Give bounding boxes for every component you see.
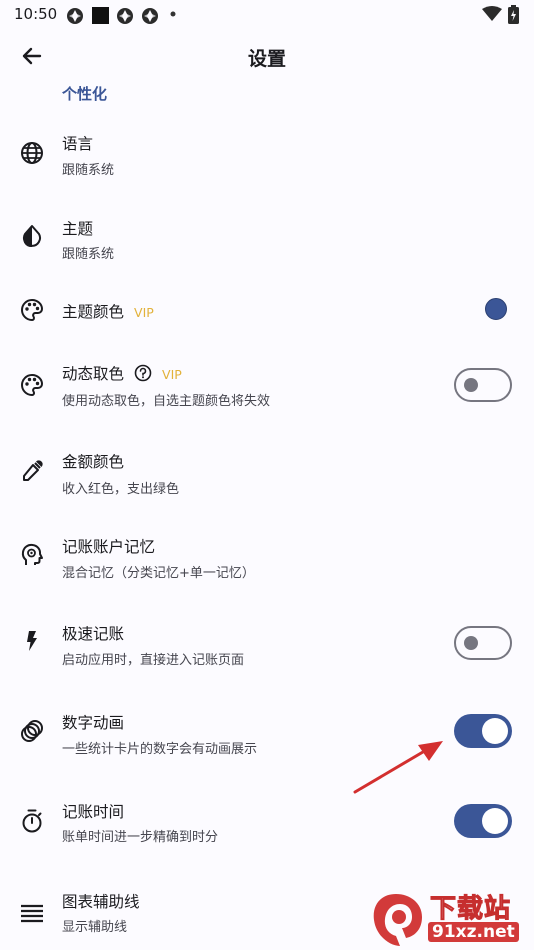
setting-subtitle: 跟随系统 (62, 163, 115, 178)
entry-time-toggle[interactable] (454, 804, 512, 838)
globe-icon (21, 142, 43, 164)
setting-subtitle: 跟随系统 (62, 247, 115, 262)
help-icon[interactable] (134, 364, 152, 382)
watermark-brand: 下载站 (429, 894, 512, 925)
setting-subtitle: 使用动态取色，自选主题颜色将失效 (62, 394, 271, 409)
page-title: 设置 (247, 48, 286, 70)
setting-title: 记账时间 (62, 803, 125, 821)
setting-subtitle: 一些统计卡片的数字会有动画展示 (62, 742, 258, 757)
setting-title-with-badge: 动态取色 VIP (62, 362, 182, 384)
app-bar: 设置 (0, 30, 534, 82)
toggle-knob (464, 378, 478, 392)
setting-subtitle: 显示辅助线 (62, 920, 128, 935)
toggle-knob (482, 718, 508, 744)
setting-quick-entry[interactable]: 极速记账 启动应用时，直接进入记账页面 (0, 610, 534, 680)
setting-title: 金额颜色 (62, 453, 125, 471)
setting-number-animation[interactable]: 数字动画 一些统计卡片的数字会有动画展示 (0, 700, 534, 770)
setting-subtitle: 账单时间进一步精确到时分 (62, 830, 219, 845)
eyedropper-icon (23, 460, 43, 481)
setting-subtitle: 启动应用时，直接进入记账页面 (62, 653, 245, 668)
stopwatch-icon (22, 809, 42, 833)
setting-title: 语言 (62, 135, 94, 153)
status-time: 10:50 (14, 5, 58, 23)
palette-icon (21, 373, 44, 397)
wifi-icon (482, 6, 502, 21)
square-notification-icon (92, 7, 109, 24)
app-notification-icon (142, 8, 158, 24)
watermark-logo-icon (373, 894, 422, 946)
setting-subtitle: 混合记忆（分类记忆+单一记忆） (62, 566, 255, 581)
setting-dynamic-color[interactable]: 动态取色 VIP 使用动态取色，自选主题颜色将失效 (0, 350, 534, 420)
red-pointer-arrow-icon (353, 741, 443, 794)
setting-title: 主题 (62, 220, 94, 238)
setting-account-memory[interactable]: 记账账户记忆 混合记忆（分类记忆+单一记忆） (0, 525, 534, 595)
setting-title: 图表辅助线 (62, 893, 140, 911)
dynamic-color-toggle[interactable] (454, 368, 512, 402)
animation-rings-icon (21, 720, 43, 742)
setting-theme-color[interactable]: 主题颜色 VIP (0, 285, 534, 335)
setting-entry-time[interactable]: 记账时间 账单时间进一步精确到时分 (0, 790, 534, 860)
watermark-url: 91xz.net (428, 922, 519, 942)
setting-subtitle: 收入红色，支出绿色 (62, 482, 180, 497)
app-notification-icon (67, 8, 83, 24)
setting-title: 动态取色 (62, 365, 125, 383)
number-animation-toggle[interactable] (454, 714, 512, 748)
battery-icon (508, 5, 519, 24)
setting-title: 数字动画 (62, 714, 125, 732)
gridlines-icon (21, 904, 43, 923)
setting-title: 记账账户记忆 (62, 538, 156, 556)
theme-drop-icon (23, 225, 41, 248)
vip-badge: VIP (162, 367, 182, 382)
setting-title: 极速记账 (62, 625, 125, 643)
setting-amount-color[interactable]: 金额颜色 收入红色，支出绿色 (0, 440, 534, 510)
watermark: 下载站 91xz.net (360, 888, 534, 950)
section-header-personalization: 个性化 (62, 85, 108, 103)
toggle-knob (464, 636, 478, 650)
setting-theme[interactable]: 主题 跟随系统 (0, 205, 534, 285)
setting-title: 主题颜色 (62, 303, 125, 321)
theme-color-swatch[interactable] (485, 298, 507, 320)
setting-title-with-badge: 主题颜色 VIP (62, 300, 154, 322)
head-memory-icon (21, 543, 43, 565)
toggle-knob (482, 808, 508, 834)
setting-language[interactable]: 语言 跟随系统 (0, 120, 534, 200)
lightning-icon (27, 631, 37, 651)
more-notifications-icon (170, 11, 176, 17)
app-notification-icon (117, 8, 133, 24)
vip-badge: VIP (134, 305, 154, 320)
quick-entry-toggle[interactable] (454, 626, 512, 660)
status-bar: 10:50 (0, 0, 534, 30)
palette-icon (21, 298, 44, 322)
